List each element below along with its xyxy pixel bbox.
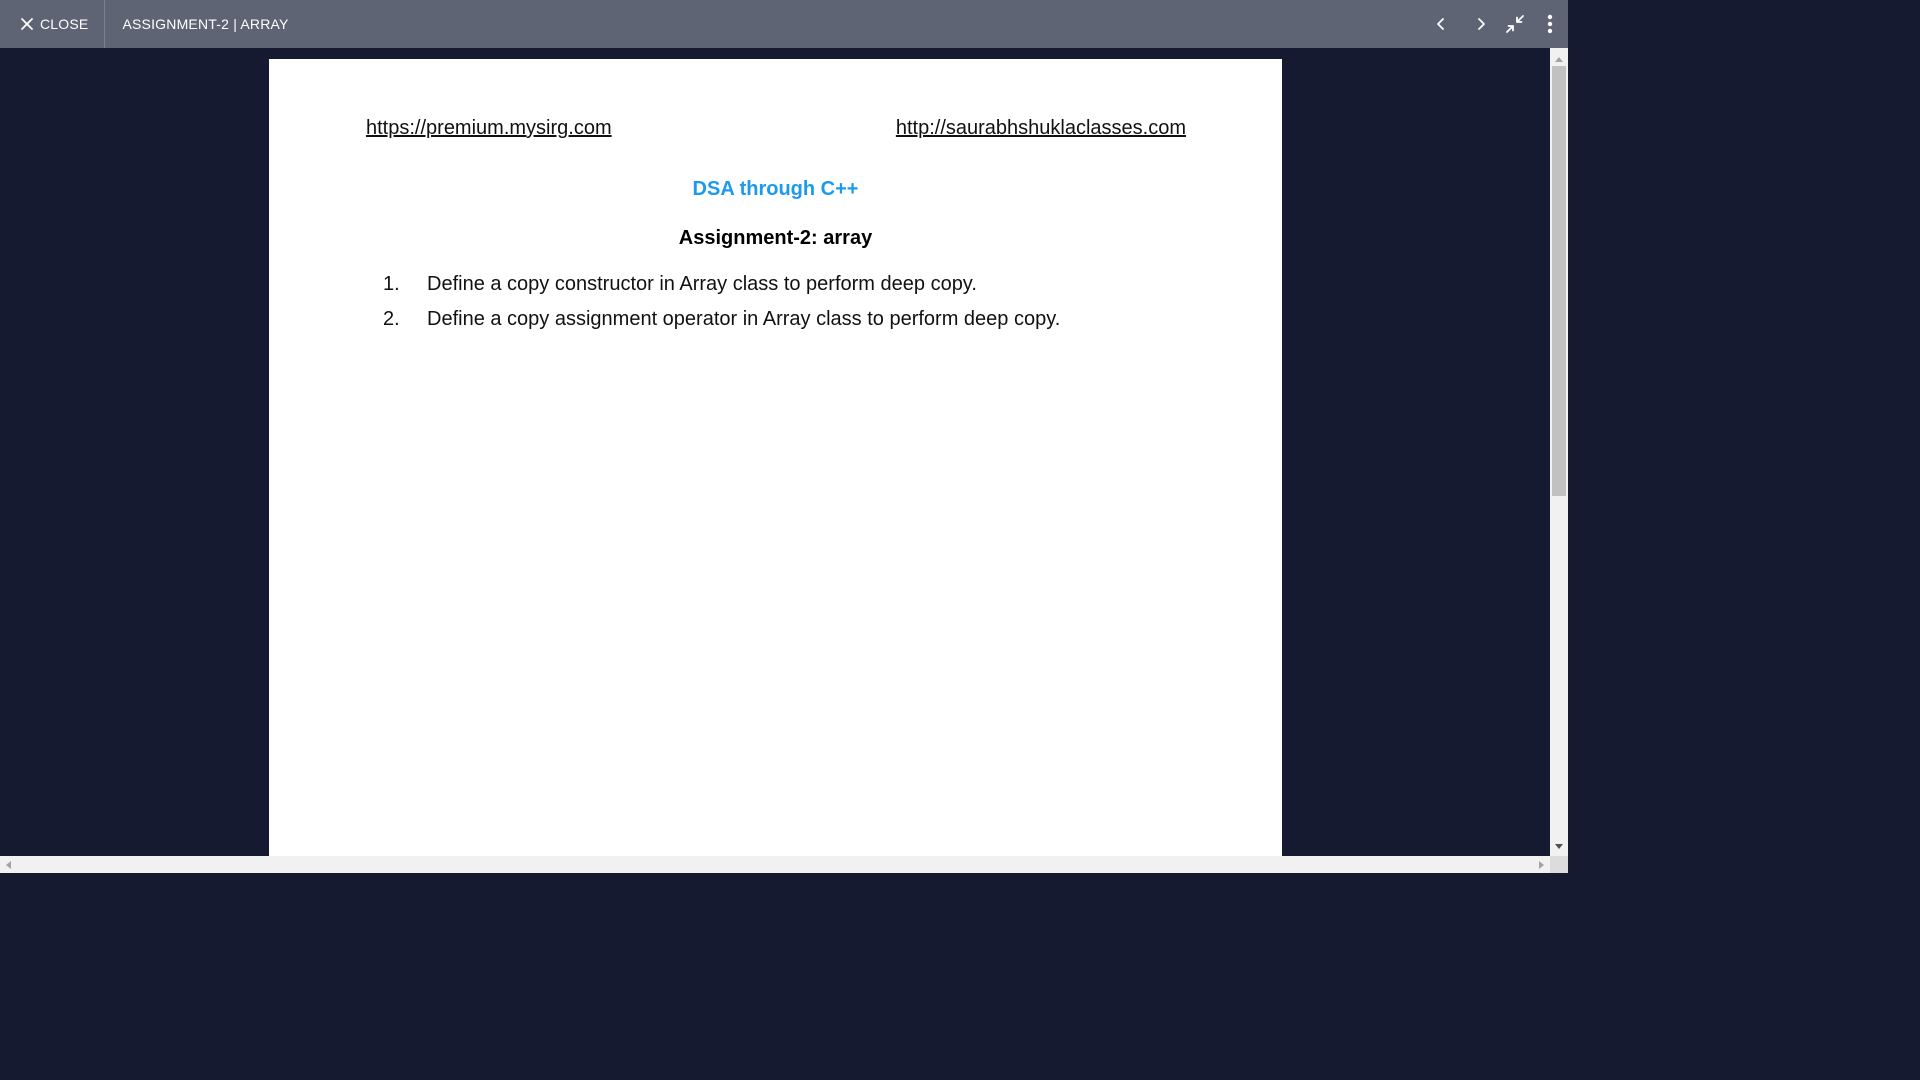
document-title: ASSIGNMENT-2 | ARRAY [122,16,289,32]
scrollbar-corner [1550,856,1568,873]
next-button[interactable] [1464,0,1498,48]
chevron-left-icon [1437,18,1444,30]
close-label: CLOSE [40,16,89,32]
document-page: https://premium.mysirg.com http://saurab… [269,59,1282,856]
task-text: Define a copy assignment operator in Arr… [427,308,1061,330]
more-vert-icon [1547,14,1553,34]
document-viewer[interactable]: https://premium.mysirg.com http://saurab… [0,48,1550,856]
task-list: 1. Define a copy constructor in Array cl… [383,273,1243,343]
previous-button[interactable] [1424,0,1458,48]
scroll-left-arrow-icon[interactable] [0,856,16,873]
scroll-up-arrow-icon[interactable] [1550,52,1568,66]
vertical-scrollbar[interactable] [1550,48,1568,856]
task-number: 1. [383,273,400,295]
close-icon [20,17,34,31]
toolbar-actions [1424,0,1568,48]
assignment-title: Assignment-2: array [678,227,873,249]
more-options-button[interactable] [1532,0,1568,48]
scroll-down-arrow-icon[interactable] [1550,840,1568,854]
viewer-toolbar: CLOSE ASSIGNMENT-2 | ARRAY [0,0,1568,48]
classes-link[interactable]: http://saurabhshuklaclasses.com [896,117,1186,140]
list-item: 1. Define a copy constructor in Array cl… [383,273,1243,308]
course-title: DSA through C++ [692,178,859,200]
task-number: 2. [383,308,400,330]
horizontal-scrollbar[interactable] [0,856,1550,873]
bottom-strip [0,873,1568,882]
premium-link[interactable]: https://premium.mysirg.com [366,117,612,140]
scroll-thumb[interactable] [1552,66,1566,496]
task-text: Define a copy constructor in Array class… [427,273,977,295]
header-links: https://premium.mysirg.com http://saurab… [366,117,1186,147]
scroll-right-arrow-icon[interactable] [1534,856,1550,873]
exit-fullscreen-icon [1506,15,1524,33]
list-item: 2. Define a copy assignment operator in … [383,308,1243,343]
chevron-right-icon [1478,18,1485,30]
close-button[interactable]: CLOSE [0,0,106,48]
exit-fullscreen-button[interactable] [1498,0,1532,48]
